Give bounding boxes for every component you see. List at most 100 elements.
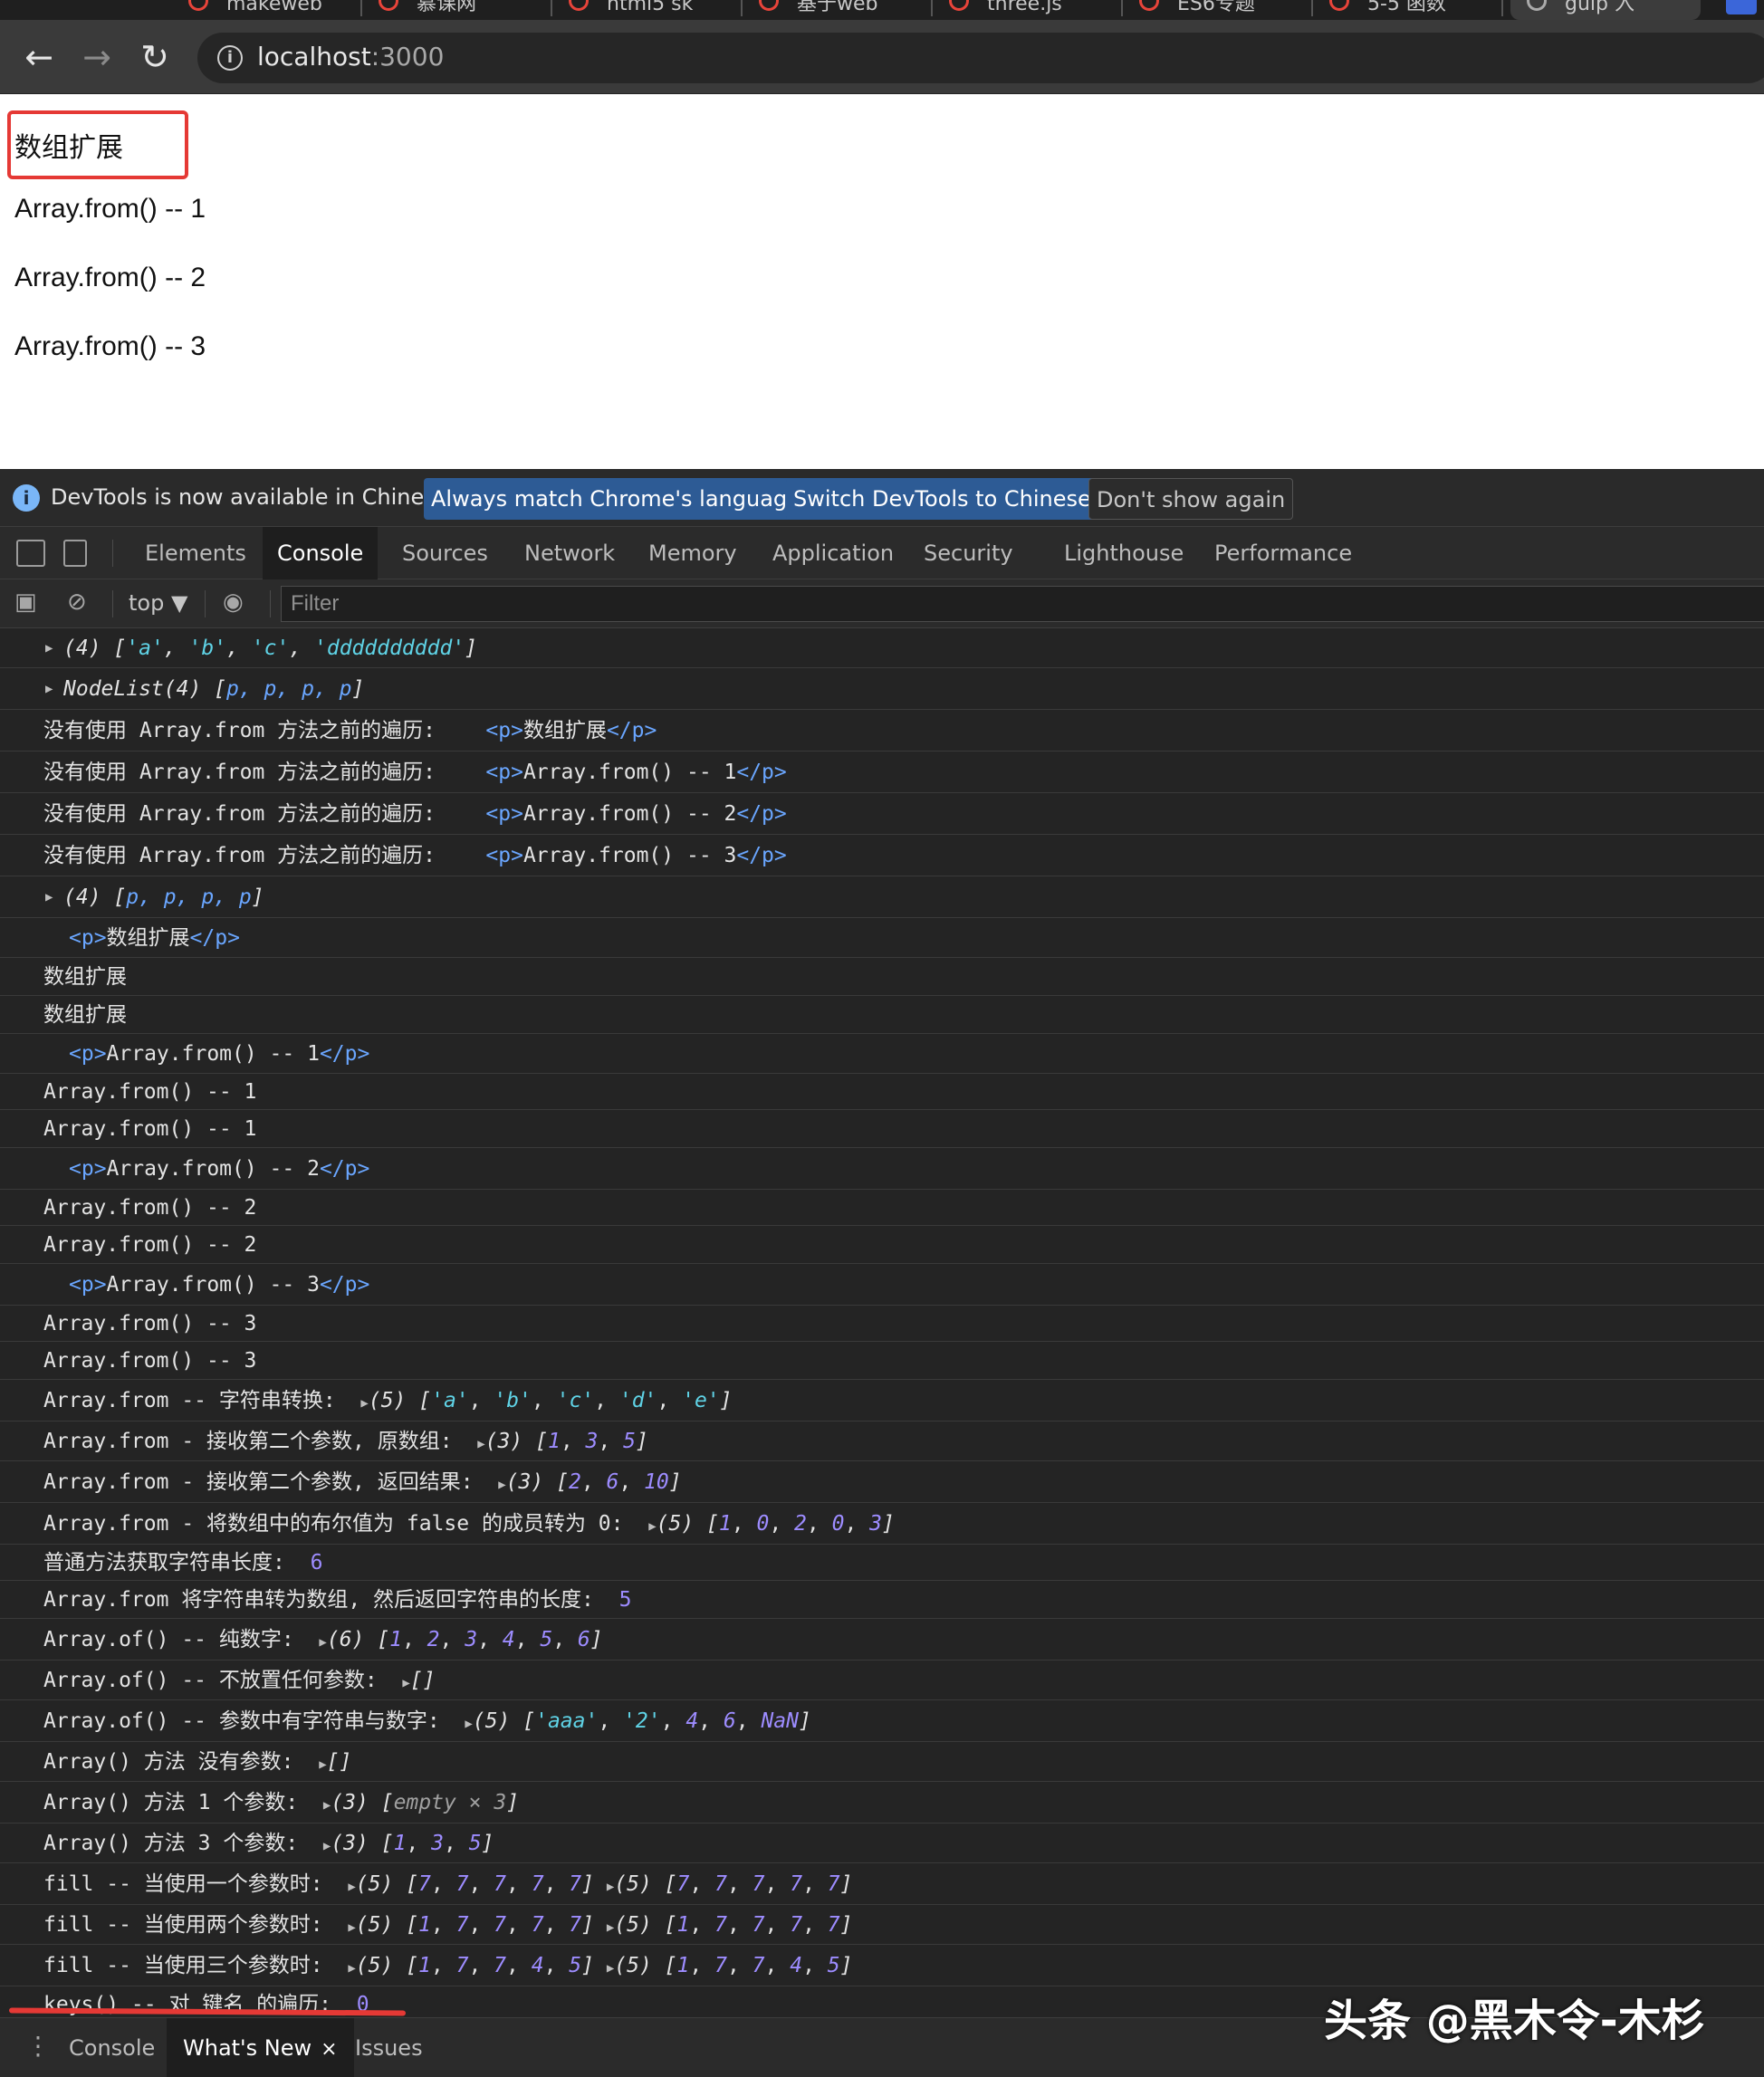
expand-arrow-icon[interactable]: ▶ xyxy=(402,1676,409,1690)
console-row: 没有使用 Array.from 方法之前的遍历: <p>Array.from()… xyxy=(0,835,1764,876)
expand-arrow-icon[interactable]: ▶ xyxy=(348,1880,355,1894)
console-row: Array.from() -- 3 xyxy=(0,1342,1764,1380)
expand-arrow-icon[interactable]: ▶ xyxy=(319,1757,326,1772)
tab-memory[interactable]: Memory xyxy=(634,527,752,579)
tab-application[interactable]: Application xyxy=(758,527,908,579)
expand-arrow-icon[interactable]: ▶ xyxy=(648,1519,656,1534)
page-paragraph: Array.from() -- 2 xyxy=(14,263,206,292)
console-output: (4) ['a', 'b', 'c', 'dddddddddd'] NodeLi… xyxy=(0,628,1764,2017)
expand-arrow-icon[interactable]: ▶ xyxy=(348,1961,355,1976)
console-row: Array.from() -- 3 xyxy=(0,1306,1764,1342)
console-toolbar: ▣ ⊘ top ▼ ◉ Filter xyxy=(0,579,1764,628)
eye-icon[interactable]: ◉ xyxy=(223,589,244,616)
drawer-tab-whats-new[interactable]: What's New × xyxy=(167,2018,354,2077)
more-options-icon[interactable]: ⋮ xyxy=(25,2031,51,2061)
page-paragraph: Array.from() -- 3 xyxy=(14,331,206,361)
console-row[interactable]: (4) [p, p, p, p] xyxy=(0,876,1764,918)
console-row[interactable]: <p>Array.from() -- 3</p> xyxy=(0,1264,1764,1306)
expand-arrow-icon[interactable]: ▶ xyxy=(348,1920,355,1935)
browser-toolbar: ← → ↻ i localhost:3000 xyxy=(0,20,1764,94)
tab-sources[interactable]: Sources xyxy=(388,527,503,579)
back-arrow-icon[interactable]: ← xyxy=(18,36,60,78)
dont-show-again-button[interactable]: Don't show again xyxy=(1088,478,1294,520)
console-row: 没有使用 Array.from 方法之前的遍历: <p>数组扩展</p> xyxy=(0,710,1764,751)
console-row: 普通方法获取字符串长度: 6 xyxy=(0,1545,1764,1581)
console-row[interactable]: (4) ['a', 'b', 'c', 'dddddddddd'] xyxy=(0,628,1764,668)
expand-arrow-icon[interactable]: ▶ xyxy=(465,1717,472,1731)
browser-tab[interactable]: makeweb× xyxy=(172,0,362,20)
forward-arrow-icon[interactable]: → xyxy=(76,36,118,78)
always-match-language-button[interactable]: Always match Chrome's language xyxy=(424,478,808,520)
tab-lighthouse[interactable]: Lighthouse xyxy=(1050,527,1198,579)
favicon-icon xyxy=(1527,0,1547,11)
browser-tab[interactable]: 基于web× xyxy=(743,0,933,20)
console-row[interactable]: <p>Array.from() -- 2</p> xyxy=(0,1148,1764,1190)
console-row: 没有使用 Array.from 方法之前的遍历: <p>Array.from()… xyxy=(0,751,1764,793)
info-icon: i xyxy=(13,484,40,512)
devtools-tabbar: Elements Console Sources Network Memory … xyxy=(0,527,1764,579)
reload-icon[interactable]: ↻ xyxy=(134,36,176,78)
profile-badge-icon[interactable] xyxy=(1726,0,1757,14)
context-selector[interactable]: top ▼ xyxy=(129,590,187,616)
browser-tab-strip: makeweb× 慕课网× html5 sk× 基于web× three.js×… xyxy=(0,0,1764,20)
browser-tab[interactable]: html5 sk× xyxy=(552,0,743,20)
console-row: Array.from -- 字符串转换: ▶(5) ['a', 'b', 'c'… xyxy=(0,1380,1764,1421)
console-row: fill -- 当使用三个参数时: ▶(5) [1, 7, 7, 4, 5] ▶… xyxy=(0,1945,1764,1986)
expand-arrow-icon[interactable]: ▶ xyxy=(319,1635,326,1650)
console-row: fill -- 当使用两个参数时: ▶(5) [1, 7, 7, 7, 7] ▶… xyxy=(0,1905,1764,1945)
favicon-icon xyxy=(379,0,398,11)
device-toolbar-icon[interactable] xyxy=(63,540,87,567)
filter-input[interactable]: Filter xyxy=(281,586,1764,622)
console-row: Array.of() -- 纯数字: ▶(6) [1, 2, 3, 4, 5, … xyxy=(0,1619,1764,1661)
drawer-tab-issues[interactable]: Issues xyxy=(339,2018,439,2077)
tab-performance[interactable]: Performance xyxy=(1200,527,1366,579)
browser-tab[interactable]: ES6专题× xyxy=(1123,0,1313,20)
favicon-icon xyxy=(759,0,779,11)
console-row: 数组扩展 xyxy=(0,996,1764,1034)
favicon-icon xyxy=(569,0,589,11)
tab-elements[interactable]: Elements xyxy=(130,527,261,579)
tab-network[interactable]: Network xyxy=(510,527,629,579)
browser-tab[interactable]: three.js× xyxy=(933,0,1123,20)
expand-arrow-icon[interactable]: ▶ xyxy=(360,1396,368,1411)
console-row[interactable]: <p>Array.from() -- 1</p> xyxy=(0,1034,1764,1074)
console-row: Array() 方法 没有参数: ▶[] xyxy=(0,1742,1764,1782)
favicon-icon xyxy=(1139,0,1159,11)
browser-tab[interactable]: 慕课网× xyxy=(362,0,552,20)
address-bar[interactable]: i localhost:3000 xyxy=(197,33,1764,83)
tab-console[interactable]: Console xyxy=(263,527,379,579)
console-row: Array.of() -- 不放置任何参数: ▶[] xyxy=(0,1661,1764,1700)
favicon-icon xyxy=(1329,0,1349,11)
browser-tab-active[interactable]: gulp 入× xyxy=(1510,0,1701,20)
page-viewport: 数组扩展 Array.from() -- 1 Array.from() -- 2… xyxy=(0,94,1764,469)
page-paragraph: 数组扩展 xyxy=(14,133,123,163)
devtools-infobar: i DevTools is now available in Chinese! … xyxy=(0,469,1764,527)
console-row: fill -- 当使用一个参数时: ▶(5) [7, 7, 7, 7, 7] ▶… xyxy=(0,1863,1764,1905)
console-row: Array() 方法 1 个参数: ▶(3) [empty × 3] xyxy=(0,1782,1764,1823)
page-paragraph: Array.from() -- 1 xyxy=(14,194,206,224)
inspect-element-icon[interactable] xyxy=(16,540,45,567)
console-row: Array.from 将字符串转为数组, 然后返回字符串的长度: 5 xyxy=(0,1581,1764,1619)
sidebar-toggle-icon[interactable]: ▣ xyxy=(14,589,37,616)
console-row: Array.from() -- 1 xyxy=(0,1110,1764,1148)
console-row: Array.from() -- 2 xyxy=(0,1190,1764,1226)
console-row: Array.from - 接收第二个参数, 返回结果: ▶(3) [2, 6, … xyxy=(0,1461,1764,1503)
console-row[interactable]: NodeList(4) [p, p, p, p] xyxy=(0,668,1764,710)
expand-arrow-icon[interactable]: ▶ xyxy=(477,1437,484,1451)
browser-tab[interactable]: 5-5 函数× xyxy=(1313,0,1503,20)
console-row: Array.from - 将数组中的布尔值为 false 的成员转为 0: ▶(… xyxy=(0,1503,1764,1545)
console-row: Array.of() -- 参数中有字符串与数字: ▶(5) ['aaa', '… xyxy=(0,1700,1764,1742)
favicon-icon xyxy=(188,0,208,11)
drawer-tab-console[interactable]: Console xyxy=(53,2018,171,2077)
site-info-icon[interactable]: i xyxy=(217,45,243,71)
console-row: 没有使用 Array.from 方法之前的遍历: <p>Array.from()… xyxy=(0,793,1764,835)
expand-arrow-icon[interactable]: ▶ xyxy=(498,1478,505,1492)
switch-to-chinese-button[interactable]: Switch DevTools to Chinese xyxy=(786,478,1098,520)
console-row[interactable]: <p>数组扩展</p> xyxy=(0,918,1764,958)
close-icon[interactable]: × xyxy=(321,2038,337,2061)
console-row: Array.from - 接收第二个参数, 原数组: ▶(3) [1, 3, 5… xyxy=(0,1421,1764,1461)
tab-security[interactable]: Security xyxy=(909,527,1028,579)
clear-console-icon[interactable]: ⊘ xyxy=(67,589,87,616)
watermark: 头条 @黑木令-木杉 xyxy=(1324,1996,1705,2046)
console-row: 数组扩展 xyxy=(0,958,1764,996)
